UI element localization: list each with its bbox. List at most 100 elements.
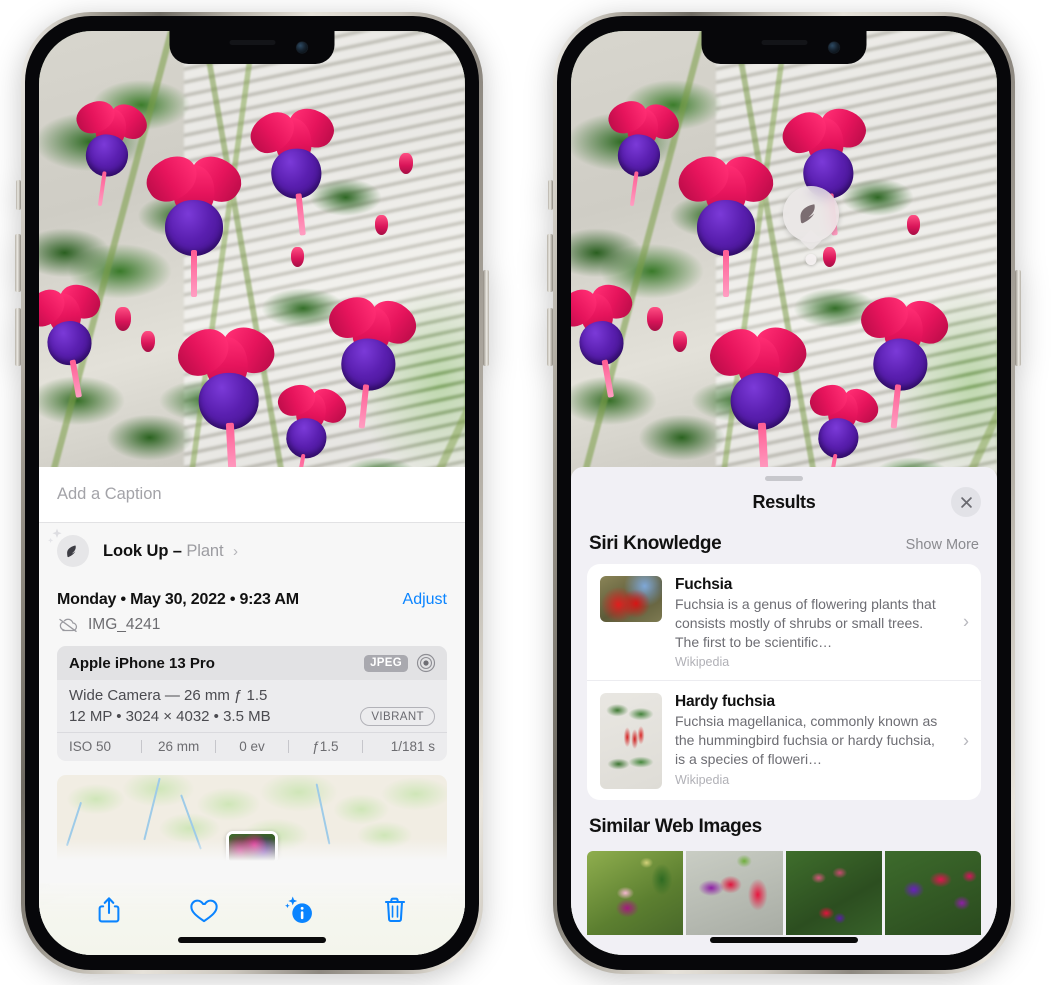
look-up-row[interactable]: Look Up – Plant › [39,523,465,579]
format-badge: JPEG [364,654,408,672]
flower-bud [141,331,155,352]
caption-placeholder: Add a Caption [57,485,162,503]
power-button[interactable] [1015,270,1021,366]
knowledge-title: Hardy fuchsia [675,693,775,711]
cloud-slash-icon [59,618,78,633]
web-image-thumbnail[interactable] [686,851,783,936]
phone-right: Results Siri Knowledge Show More Fuchsia… [547,12,1021,974]
mute-switch[interactable] [16,180,21,210]
location-map[interactable] [57,775,447,861]
fuchsia-bloom [151,159,237,298]
lens-info: Wide Camera — 26 mm ƒ 1.5 [69,687,268,704]
visual-lookup-leaf-badge[interactable] [783,186,839,252]
similar-web-images-header: Similar Web Images [571,800,997,847]
adjust-button[interactable]: Adjust [403,591,447,609]
flower-bud [647,307,663,331]
front-camera-icon [296,42,308,53]
similar-web-images-strip[interactable] [571,851,997,936]
volume-down-button[interactable] [547,308,553,366]
notch-right [701,31,867,64]
phone-bezel-right: Results Siri Knowledge Show More Fuchsia… [557,16,1011,970]
screen-right: Results Siri Knowledge Show More Fuchsia… [571,31,997,955]
look-up-dash: – [172,541,182,560]
fuchsia-bloom [253,109,337,236]
mute-switch[interactable] [548,180,553,210]
siri-knowledge-header: Siri Knowledge Show More [571,523,997,564]
web-image-thumbnail[interactable] [587,851,684,936]
map-fade [57,839,447,861]
flower-bud [907,215,920,235]
leaf-icon [48,528,89,567]
exif-stat: ISO 50 [69,739,112,754]
flower-bud [291,247,304,267]
fuchsia-bloom [604,101,677,207]
knowledge-description: Fuchsia is a genus of flowering plants t… [675,596,936,650]
flower-bud [399,153,413,174]
fuchsia-bloom [571,283,639,398]
knowledge-item[interactable]: Fuchsia Fuchsia is a genus of flowering … [587,564,981,680]
volume-up-button[interactable] [15,234,21,292]
earpiece-speaker [229,40,275,45]
photo-metadata: Monday • May 30, 2022 • 9:23 AM Adjust I… [39,579,465,634]
chevron-right-icon: › [963,730,969,751]
lens-circle-icon [416,653,436,673]
power-button[interactable] [483,270,489,366]
screen-left: Add a Caption Look Up – Plant › Monday •… [39,31,465,955]
style-badge: VIBRANT [360,707,435,726]
volume-up-button[interactable] [547,234,553,292]
phone-bezel-left: Add a Caption Look Up – Plant › Monday •… [25,16,479,970]
info-sparkle-icon[interactable] [279,889,321,931]
share-icon[interactable] [88,889,130,931]
results-header: Results [571,481,997,523]
exif-header: Apple iPhone 13 Pro JPEG [57,646,447,680]
caption-input[interactable]: Add a Caption [39,467,465,523]
knowledge-thumbnail [600,693,662,790]
look-up-label: Look Up – Plant › [103,542,238,561]
sparkles-icon [48,528,62,543]
knowledge-item[interactable]: Hardy fuchsia Fuchsia magellanica, commo… [587,680,981,800]
exif-card: Apple iPhone 13 Pro JPEG Wide Camera — 2… [57,646,447,761]
knowledge-source: Wikipedia [675,772,730,787]
close-icon[interactable] [951,487,981,517]
show-more-button[interactable]: Show More [906,537,979,553]
home-indicator[interactable] [710,937,858,943]
fuchsia-bloom [39,283,107,398]
siri-knowledge-card: Fuchsia Fuchsia is a genus of flowering … [587,564,981,801]
flower-bud [823,247,836,267]
exif-stat: 0 ev [239,739,265,754]
front-camera-icon [828,42,840,53]
earpiece-speaker [761,40,807,45]
web-image-thumbnail[interactable] [785,851,882,936]
photo-toolbar [39,883,465,955]
chevron-right-icon: › [232,542,238,560]
photo-filename: IMG_4241 [88,616,161,633]
look-up-title: Look Up [103,541,169,560]
knowledge-source: Wikipedia [675,655,730,670]
exif-stat: ƒ1.5 [312,739,339,754]
section-title: Siri Knowledge [589,533,722,554]
web-image-thumbnail[interactable] [884,851,981,936]
fuchsia-bloom [72,101,145,207]
look-up-subject: Plant [186,541,224,560]
camera-model: Apple iPhone 13 Pro [69,654,215,672]
fuchsia-bloom [713,329,807,472]
section-title: Similar Web Images [589,816,762,838]
exif-stat: 26 mm [157,739,200,754]
volume-down-button[interactable] [15,308,21,366]
fuchsia-bloom [857,297,947,429]
phone-left: Add a Caption Look Up – Plant › Monday •… [15,12,489,974]
exif-stat: 1/181 s [390,739,436,754]
fuchsia-bloom [325,297,415,429]
photo-date: Monday • May 30, 2022 • 9:23 AM [57,591,299,608]
screenshot-root: Add a Caption Look Up – Plant › Monday •… [0,0,1055,985]
trash-icon[interactable] [374,889,416,931]
knowledge-thumbnail [600,576,662,622]
resolution-info: 12 MP • 3024 × 4032 • 3.5 MB [69,708,271,725]
flower-bud [375,215,388,235]
flower-bud [115,307,131,331]
knowledge-description: Fuchsia magellanica, commonly known as t… [675,713,938,767]
home-indicator[interactable] [178,937,326,943]
photo-info-sheet: Add a Caption Look Up – Plant › Monday •… [39,467,465,955]
fuchsia-bloom [181,329,275,472]
heart-icon[interactable] [183,889,225,931]
